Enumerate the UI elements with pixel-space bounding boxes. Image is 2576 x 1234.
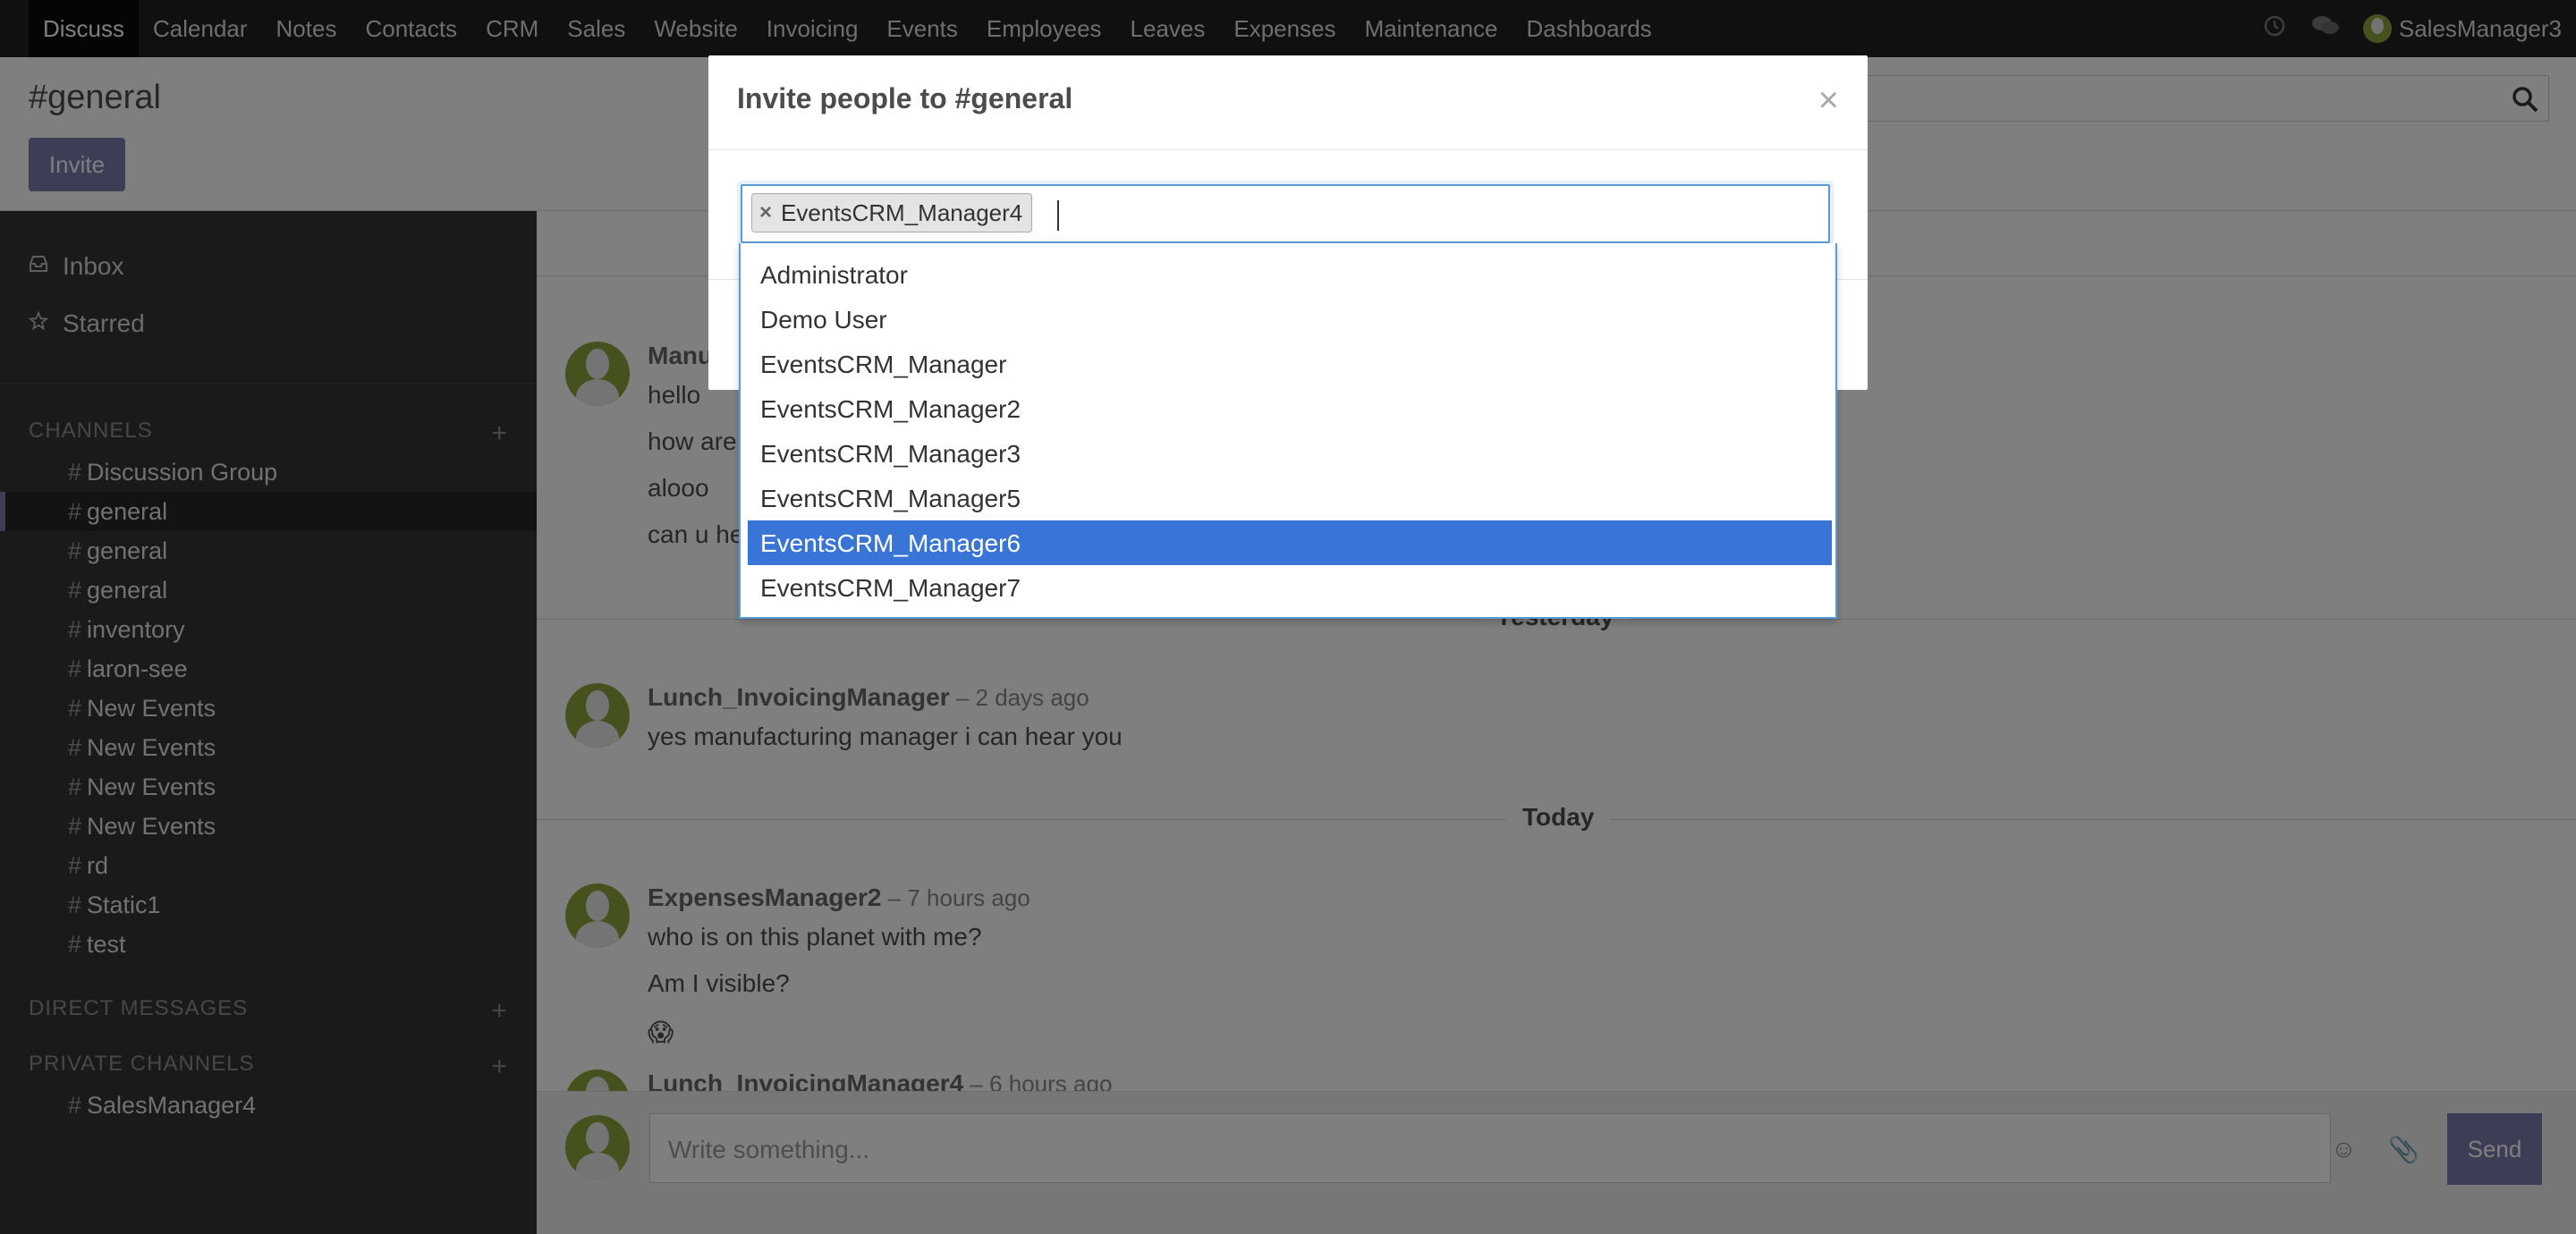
modal-header: Invite people to #general × — [708, 55, 1868, 150]
dropdown-option[interactable]: Demo User — [748, 297, 1832, 342]
selected-partner-tag: × EventsCRM_Manager4 — [751, 193, 1033, 232]
modal-title: Invite people to #general — [737, 82, 1073, 114]
dropdown-option[interactable]: EventsCRM_Manager2 — [748, 386, 1832, 431]
dropdown-option[interactable]: Administrator — [748, 252, 1832, 297]
invite-partners-input[interactable]: × EventsCRM_Manager4 — [741, 184, 1830, 243]
dropdown-option-highlighted[interactable]: EventsCRM_Manager6 — [748, 520, 1832, 565]
tag-label: EventsCRM_Manager4 — [781, 199, 1023, 226]
dropdown-option[interactable]: EventsCRM_Manager3 — [748, 431, 1832, 476]
dropdown-option[interactable]: EventsCRM_Manager7 — [748, 565, 1832, 610]
close-icon[interactable]: × — [1818, 80, 1839, 121]
partner-dropdown: Administrator Demo User EventsCRM_Manage… — [739, 243, 1837, 619]
dropdown-option[interactable]: EventsCRM_Manager5 — [748, 476, 1832, 520]
dropdown-option[interactable]: EventsCRM_Manager — [748, 342, 1832, 386]
remove-tag-icon[interactable]: × — [759, 200, 772, 225]
text-cursor — [1057, 200, 1059, 231]
